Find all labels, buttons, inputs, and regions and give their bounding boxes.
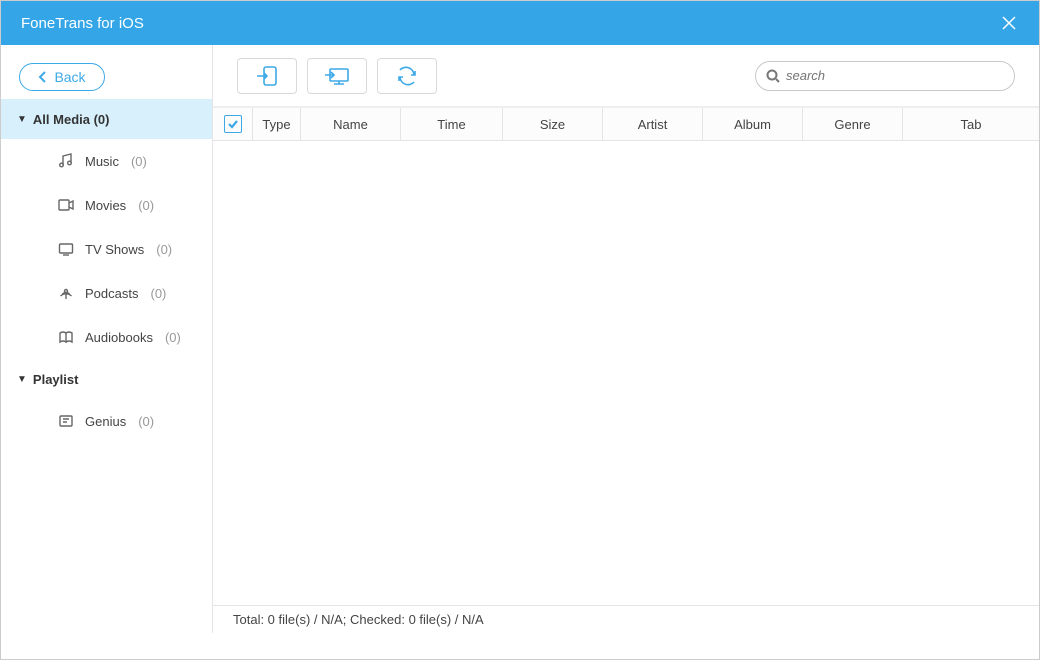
main-panel: Type Name Time Size Artist Album Genre T… — [213, 45, 1039, 633]
column-genre[interactable]: Genre — [803, 108, 903, 140]
search-icon — [766, 69, 780, 83]
sidebar-item-count: (0) — [138, 198, 154, 213]
sidebar-item-label: Podcasts — [85, 286, 138, 301]
section-label: Playlist — [33, 372, 79, 387]
sidebar-item-tvshows[interactable]: TV Shows (0) — [1, 227, 212, 271]
sidebar-item-count: (0) — [165, 330, 181, 345]
export-pc-icon — [324, 65, 350, 87]
sidebar-item-music[interactable]: Music (0) — [1, 139, 212, 183]
column-album[interactable]: Album — [703, 108, 803, 140]
back-label: Back — [54, 69, 85, 85]
sidebar-item-label: Music — [85, 154, 119, 169]
close-button[interactable] — [997, 11, 1021, 35]
column-checkbox[interactable] — [213, 108, 253, 140]
back-button[interactable]: Back — [19, 63, 105, 91]
table-body — [213, 141, 1039, 605]
column-size[interactable]: Size — [503, 108, 603, 140]
sidebar-item-genius[interactable]: Genius (0) — [1, 399, 212, 443]
status-bar: Total: 0 file(s) / N/A; Checked: 0 file(… — [213, 605, 1039, 633]
chevron-left-icon — [38, 70, 48, 84]
refresh-button[interactable] — [377, 58, 437, 94]
genius-icon — [57, 414, 75, 428]
triangle-down-icon: ▼ — [17, 374, 27, 385]
sidebar-item-audiobooks[interactable]: Audiobooks (0) — [1, 315, 212, 359]
refresh-icon — [396, 66, 418, 86]
check-icon — [227, 118, 239, 130]
sidebar-item-label: Genius — [85, 414, 126, 429]
column-name[interactable]: Name — [301, 108, 401, 140]
status-text: Total: 0 file(s) / N/A; Checked: 0 file(… — [233, 612, 484, 627]
podcast-icon — [57, 285, 75, 301]
search-box[interactable] — [755, 61, 1015, 91]
sidebar-item-count: (0) — [131, 154, 147, 169]
audiobook-icon — [57, 330, 75, 344]
section-all-media[interactable]: ▼ All Media (0) — [1, 99, 212, 139]
sidebar-item-podcasts[interactable]: Podcasts (0) — [1, 271, 212, 315]
titlebar: FoneTrans for iOS — [1, 1, 1039, 45]
close-icon — [1001, 15, 1017, 31]
export-to-pc-button[interactable] — [307, 58, 367, 94]
sidebar-item-movies[interactable]: Movies (0) — [1, 183, 212, 227]
column-artist[interactable]: Artist — [603, 108, 703, 140]
content-area: Back ▼ All Media (0) Music (0) Movies (0… — [1, 45, 1039, 633]
sidebar-item-label: Audiobooks — [85, 330, 153, 345]
tv-icon — [57, 242, 75, 256]
search-input[interactable] — [786, 68, 1004, 83]
window-title: FoneTrans for iOS — [21, 15, 144, 32]
import-to-device-button[interactable] — [237, 58, 297, 94]
column-time[interactable]: Time — [401, 108, 503, 140]
sidebar-item-count: (0) — [138, 414, 154, 429]
table-header: Type Name Time Size Artist Album Genre T… — [213, 107, 1039, 141]
sidebar-item-label: Movies — [85, 198, 126, 213]
toolbar — [213, 45, 1039, 107]
triangle-down-icon: ▼ — [17, 114, 27, 125]
sidebar-item-label: TV Shows — [85, 242, 144, 257]
column-tab[interactable]: Tab — [903, 108, 1039, 140]
sidebar-item-count: (0) — [150, 286, 166, 301]
import-device-icon — [255, 65, 279, 87]
music-icon — [57, 153, 75, 169]
sidebar-item-count: (0) — [156, 242, 172, 257]
column-type[interactable]: Type — [253, 108, 301, 140]
movies-icon — [57, 198, 75, 212]
section-playlist[interactable]: ▼ Playlist — [1, 359, 212, 399]
section-label: All Media (0) — [33, 112, 110, 127]
sidebar: Back ▼ All Media (0) Music (0) Movies (0… — [1, 45, 213, 633]
select-all-checkbox[interactable] — [224, 115, 242, 133]
